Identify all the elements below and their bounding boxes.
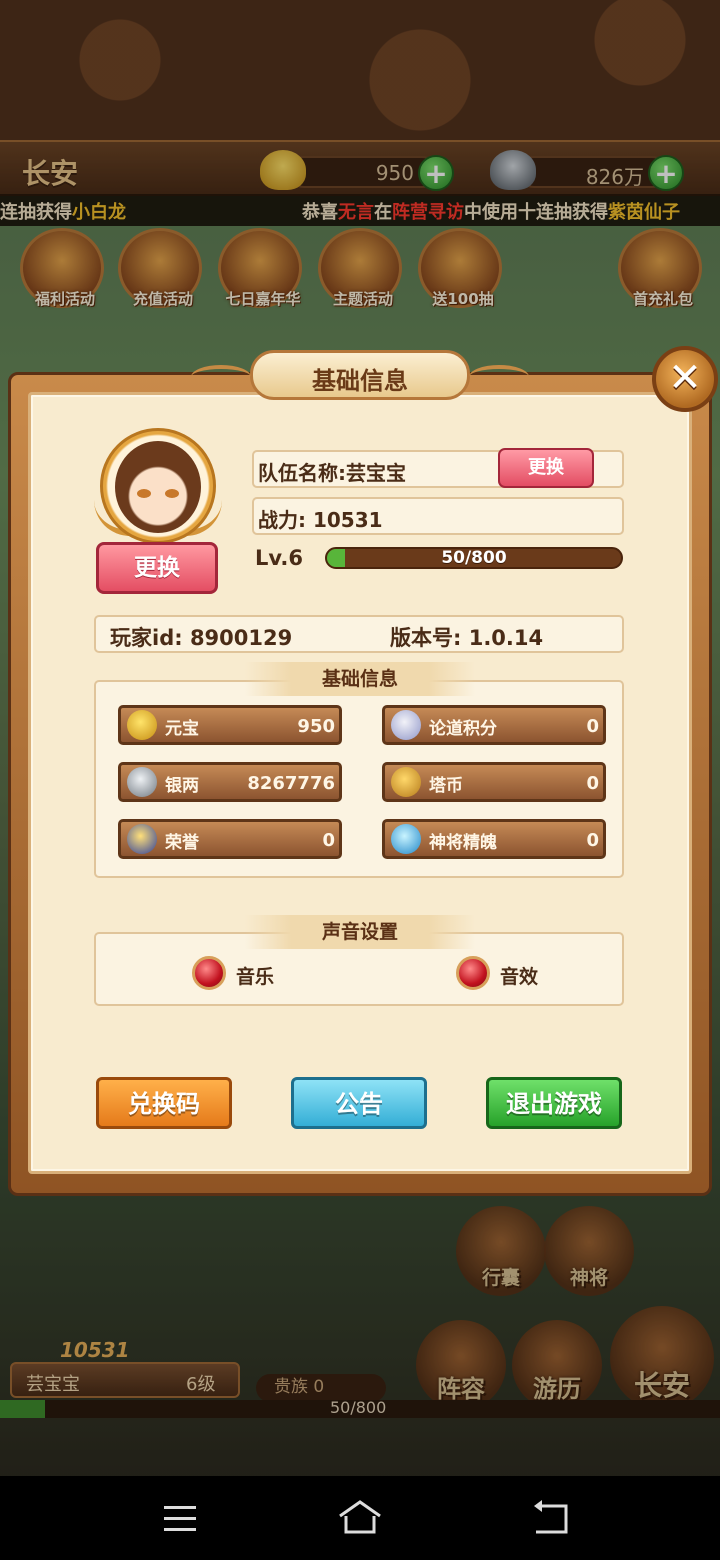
id-version-row: 玩家id: 8900129 版本号: 1.0.14 bbox=[94, 615, 624, 653]
music-toggle-knob bbox=[192, 956, 226, 990]
xp-bar: 50/800 bbox=[325, 547, 623, 569]
back-icon[interactable] bbox=[526, 1498, 574, 1538]
power-row: 战力: 10531 bbox=[252, 497, 624, 535]
resource-general-spirit: 神将精魄 0 bbox=[382, 819, 606, 859]
resource-silver: 银两 8267776 bbox=[118, 762, 342, 802]
notice-button[interactable]: 公告 bbox=[291, 1077, 427, 1129]
avatar-eye-left bbox=[137, 489, 151, 498]
spirit-crystal-icon bbox=[391, 824, 421, 854]
dialog-title-plate: 基础信息 bbox=[191, 350, 529, 400]
avatar-portrait bbox=[115, 441, 201, 533]
resource-debate-points: 论道积分 0 bbox=[382, 705, 606, 745]
resource-honor: 荣誉 0 bbox=[118, 819, 342, 859]
avatar[interactable] bbox=[100, 428, 216, 544]
player-id: 玩家id: 8900129 bbox=[110, 626, 293, 650]
system-nav-bar bbox=[0, 1476, 720, 1560]
sound-section-title: 声音设置 bbox=[245, 915, 475, 949]
music-toggle[interactable]: 音乐 bbox=[192, 956, 292, 992]
rename-team-button[interactable]: 更换 bbox=[498, 448, 594, 488]
scroll-icon bbox=[391, 710, 421, 740]
resources-section-title: 基础信息 bbox=[245, 662, 475, 696]
music-label: 音乐 bbox=[236, 966, 275, 988]
sfx-toggle-knob bbox=[456, 956, 490, 990]
level-label: Lv.6 bbox=[255, 546, 303, 570]
xp-text: 50/800 bbox=[441, 548, 507, 568]
version-number: 版本号: 1.0.14 bbox=[390, 626, 544, 650]
honor-badge-icon bbox=[127, 824, 157, 854]
silver-ingot-icon bbox=[127, 767, 157, 797]
coins-icon bbox=[391, 767, 421, 797]
close-button[interactable]: ✕ bbox=[652, 346, 718, 412]
menu-icon[interactable] bbox=[156, 1498, 204, 1538]
sfx-label: 音效 bbox=[500, 966, 539, 988]
sfx-toggle[interactable]: 音效 bbox=[456, 956, 556, 992]
change-avatar-button[interactable]: 更换 bbox=[96, 542, 218, 594]
avatar-eye-right bbox=[165, 489, 179, 498]
power-value: 战力: 10531 bbox=[258, 508, 383, 532]
exit-game-button[interactable]: 退出游戏 bbox=[486, 1077, 622, 1129]
dialog-title: 基础信息 bbox=[312, 367, 408, 395]
redeem-code-button[interactable]: 兑换码 bbox=[96, 1077, 232, 1129]
team-name: 队伍名称:芸宝宝 bbox=[258, 461, 406, 485]
gold-ingot-icon bbox=[127, 710, 157, 740]
resource-tower-coin: 塔币 0 bbox=[382, 762, 606, 802]
home-icon[interactable] bbox=[336, 1498, 384, 1538]
resource-gold: 元宝 950 bbox=[118, 705, 342, 745]
top-decor-band bbox=[0, 0, 720, 140]
